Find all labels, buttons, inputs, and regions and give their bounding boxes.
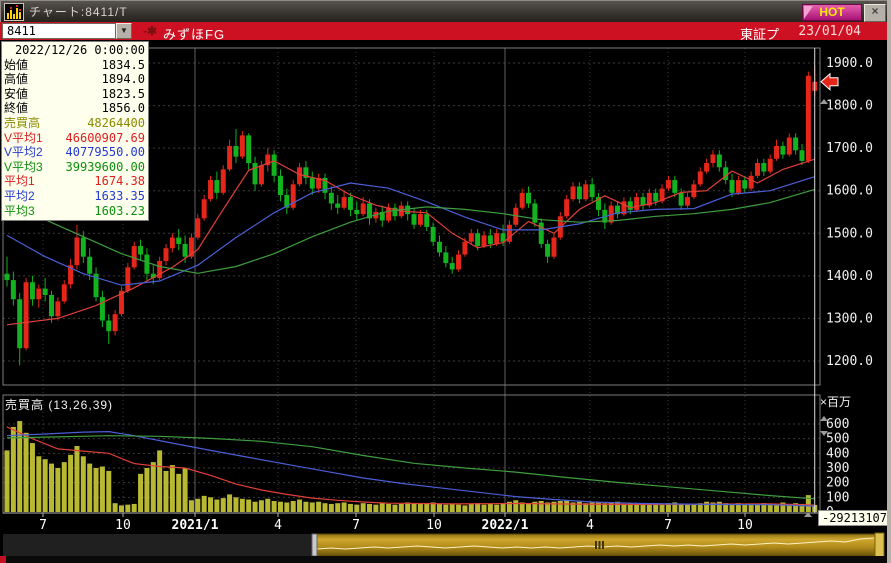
svg-text:100: 100 (826, 490, 849, 505)
svg-text:600: 600 (826, 417, 849, 432)
svg-text:7: 7 (664, 518, 672, 533)
info-row: 終値1856.0 (4, 101, 145, 116)
svg-text:2022/1: 2022/1 (482, 518, 529, 533)
svg-text:7: 7 (352, 518, 360, 533)
info-row: 売買高48264400 (4, 116, 145, 131)
window-title: チャート:8411/T (29, 3, 128, 20)
svg-text:10: 10 (426, 518, 442, 533)
svg-text:200: 200 (826, 476, 849, 491)
close-button[interactable]: × (864, 4, 886, 22)
info-row: V平均339939600.00 (4, 160, 145, 175)
chart-window: チャート:8411/T HOT × ▼ -✱ みずほFG 東証プ 23/01/0… (0, 0, 891, 563)
svg-text:4: 4 (274, 518, 282, 533)
svg-text:1400.0: 1400.0 (826, 269, 873, 284)
svg-text:1700.0: 1700.0 (826, 141, 873, 156)
chevron-down-icon[interactable]: ▼ (116, 23, 132, 39)
svg-text:10: 10 (737, 518, 753, 533)
watch-marker-icon: -✱ (143, 24, 157, 38)
info-row: 平均31603.23 (4, 204, 145, 219)
hot-button[interactable]: HOT (802, 4, 862, 21)
info-row: V平均146600907.69 (4, 131, 145, 146)
info-row: 高値1894.0 (4, 72, 145, 87)
app-icon (4, 3, 24, 21)
info-row: 平均11674.38 (4, 174, 145, 189)
info-row: 始値1834.5 (4, 58, 145, 73)
svg-text:400: 400 (826, 446, 849, 461)
svg-text:1600.0: 1600.0 (826, 184, 873, 199)
symbol-input[interactable] (2, 23, 116, 39)
titlebar: チャート:8411/T HOT × (0, 0, 891, 22)
volume-pane-title: 売買高 (13,26,39) (5, 396, 113, 413)
bottom-left-marker (0, 556, 6, 563)
toolbar: ▼ -✱ みずほFG 東証プ 23/01/04 (0, 22, 891, 40)
info-row: V平均240779550.00 (4, 145, 145, 160)
volume-unit-label: ×百万 (820, 393, 851, 410)
svg-text:1800.0: 1800.0 (826, 99, 873, 114)
info-row: 安値1823.5 (4, 87, 145, 102)
info-datetime: 2022/12/26 0:00:00 (4, 43, 145, 58)
volume-footer-value: -29213107 (818, 510, 890, 526)
navigator-scrollbar (3, 533, 884, 557)
svg-text:1500.0: 1500.0 (826, 226, 873, 241)
svg-text:1900.0: 1900.0 (826, 56, 873, 71)
navigator-end-cap[interactable] (875, 533, 884, 557)
svg-text:4: 4 (586, 518, 594, 533)
window-right-border (887, 0, 891, 563)
chart-area: 1200.0 1300.0 1400.0 1500.0 1600.0 1700.0 1800… (0, 40, 891, 563)
svg-text:300: 300 (826, 461, 849, 476)
svg-text:7: 7 (39, 518, 47, 533)
quote-date: 23/01/04 (798, 24, 861, 39)
svg-text:1300.0: 1300.0 (826, 311, 873, 326)
navigator-divider[interactable] (312, 534, 317, 556)
svg-text:2021/1: 2021/1 (172, 518, 219, 533)
svg-text:500: 500 (826, 432, 849, 447)
svg-text:10: 10 (115, 518, 131, 533)
svg-text:1200.0: 1200.0 (826, 354, 873, 369)
info-row: 平均21633.35 (4, 189, 145, 204)
ohlc-info-panel: 2022/12/26 0:00:00 始値1834.5高値1894.0安値182… (1, 41, 149, 221)
